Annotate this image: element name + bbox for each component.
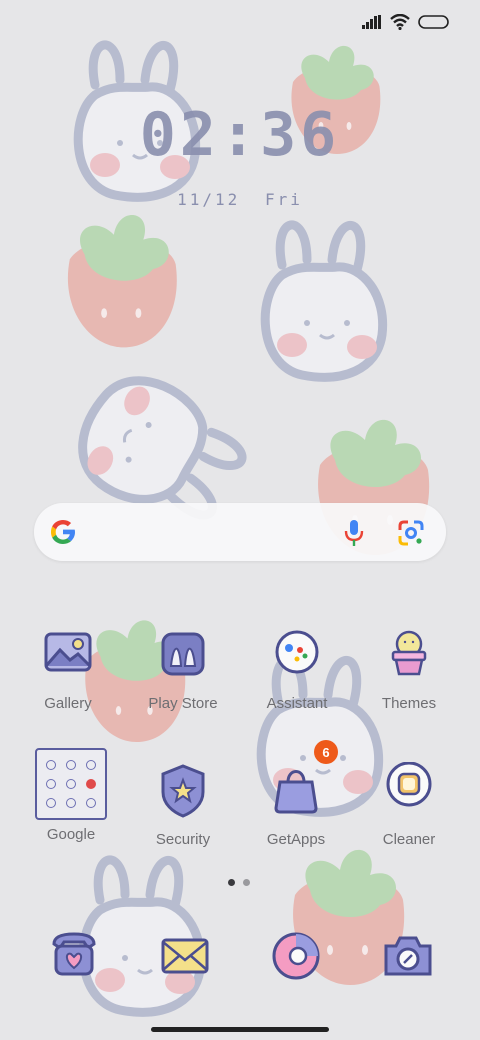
notification-badge: 6: [314, 740, 338, 764]
mic-icon[interactable]: [343, 519, 365, 547]
page-dot-active[interactable]: [228, 879, 235, 886]
date-widget: 11/12 Fri: [0, 190, 480, 209]
app-play-store[interactable]: Play Store: [128, 626, 238, 712]
app-label: Assistant: [266, 695, 328, 712]
gallery-icon: [44, 632, 92, 672]
assistant-icon: [275, 630, 319, 674]
app-label: Play Store: [148, 695, 218, 712]
clock-hour: 02: [139, 100, 220, 170]
app-label: Cleaner: [382, 831, 436, 848]
lens-icon[interactable]: [398, 520, 424, 546]
phone-icon[interactable]: [44, 924, 104, 984]
app-label: Google: [46, 826, 96, 843]
cleaner-icon: [386, 761, 432, 807]
app-security[interactable]: Security: [128, 762, 238, 848]
signal-icon: [362, 15, 381, 29]
date-weekday: Fri: [264, 190, 303, 209]
folder-preview: [35, 748, 107, 820]
clock-minute: 36: [260, 100, 341, 170]
battery-icon: [418, 15, 449, 29]
play-store-icon: [161, 632, 205, 676]
shopping-bag-icon: [274, 770, 318, 814]
app-themes[interactable]: Themes: [354, 626, 464, 712]
status-bar: [362, 14, 450, 30]
date-day: 11/12: [177, 190, 241, 209]
camera-icon[interactable]: [378, 926, 438, 986]
clock-widget[interactable]: 02:36: [0, 100, 480, 170]
app-label: Themes: [381, 695, 437, 712]
messages-icon[interactable]: [155, 926, 215, 986]
app-cleaner[interactable]: Cleaner: [354, 761, 464, 848]
home-indicator[interactable]: [151, 1027, 329, 1032]
app-label: Security: [155, 831, 211, 848]
app-getapps[interactable]: GetApps: [241, 762, 351, 848]
clock-separator: :: [219, 100, 261, 170]
shield-icon: [161, 764, 205, 818]
page-indicator[interactable]: [228, 879, 250, 886]
app-label: Gallery: [44, 695, 92, 712]
app-assistant[interactable]: Assistant: [242, 626, 352, 712]
google-search-bar[interactable]: [34, 503, 446, 561]
cactus-icon: [391, 630, 427, 676]
wifi-icon: [390, 14, 410, 30]
browser-icon[interactable]: [266, 926, 326, 986]
app-label: GetApps: [266, 831, 326, 848]
app-gallery[interactable]: Gallery: [13, 626, 123, 712]
google-g-icon: [51, 520, 75, 544]
folder-google[interactable]: Google: [16, 748, 126, 843]
page-dot[interactable]: [243, 879, 250, 886]
